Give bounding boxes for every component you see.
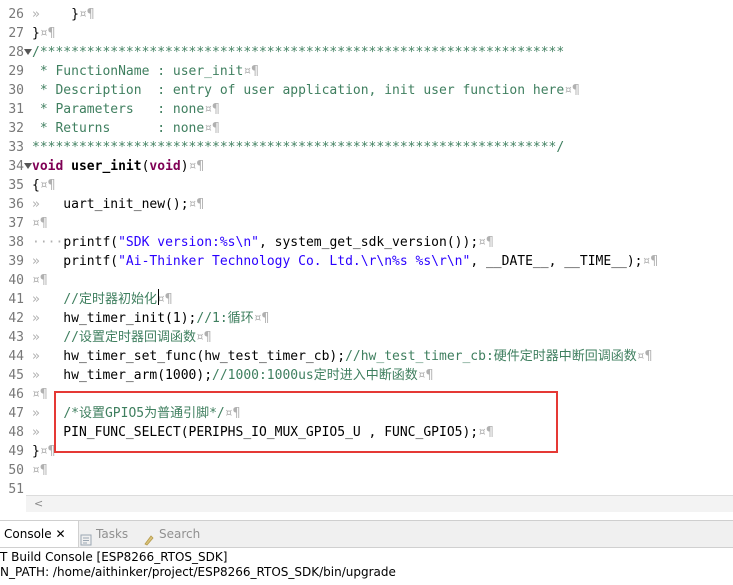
line-number: 41 xyxy=(8,292,24,307)
code-text: * FunctionName : user_init¤¶ xyxy=(32,64,259,79)
console-output-line: N_PATH: /home/aithinker/project/ESP8266_… xyxy=(0,565,396,579)
code-text: ¤¶ xyxy=(32,387,48,402)
line-number: 33 xyxy=(8,140,24,155)
code-text: ¤¶ xyxy=(32,463,48,478)
line-number: 38 xyxy=(8,235,24,250)
code-text: » hw_timer_arm(1000);//1000:1000us定时进入中断… xyxy=(32,368,434,383)
code-text: » hw_timer_init(1);//1:循环¤¶ xyxy=(32,311,270,326)
code-text: * Description : entry of user applicatio… xyxy=(32,83,580,98)
console-panel: Console ✕ Tasks Search T Build Console [… xyxy=(0,520,733,585)
code-text: » }¤¶ xyxy=(32,7,95,22)
line-number: 36 xyxy=(8,197,24,212)
code-line: 40 ¤¶ xyxy=(0,271,733,290)
fold-toggle-icon[interactable] xyxy=(24,163,32,169)
code-line: 45 » hw_timer_arm(1000);//1000:1000us定时进入… xyxy=(0,366,733,385)
line-number: 35 xyxy=(8,178,24,193)
tab-search[interactable]: Search xyxy=(143,521,213,547)
code-line: 43 » //设置定时器回调函数¤¶ xyxy=(0,328,733,347)
code-text: {¤¶ xyxy=(32,178,56,193)
horizontal-scrollbar[interactable]: < xyxy=(26,495,733,512)
code-line: 41 » //定时器初始化¤¶ xyxy=(0,290,733,309)
code-text: » uart_init_new();¤¶ xyxy=(32,197,205,212)
code-text: ¤¶ xyxy=(32,216,48,231)
code-line: 38 ····printf("SDK version:%s\n", system_… xyxy=(0,233,733,252)
code-text: }¤¶ xyxy=(32,444,56,459)
line-number: 34 xyxy=(8,159,24,174)
line-number: 37 xyxy=(8,216,24,231)
line-number: 50 xyxy=(8,463,24,478)
code-line: 37 ¤¶ xyxy=(0,214,733,233)
code-line: 35 {¤¶ xyxy=(0,176,733,195)
line-number: 40 xyxy=(8,273,24,288)
line-number: 47 xyxy=(8,406,24,421)
text-cursor xyxy=(158,289,159,305)
code-text: /***************************************… xyxy=(32,45,565,60)
tab-tasks[interactable]: Tasks xyxy=(80,521,140,547)
code-text: * Returns : none¤¶ xyxy=(32,121,220,136)
code-text: » //设置定时器回调函数¤¶ xyxy=(32,330,212,345)
line-number: 46 xyxy=(8,387,24,402)
code-line: 32 * Returns : none¤¶ xyxy=(0,119,733,138)
line-number: 45 xyxy=(8,368,24,383)
code-text: }¤¶ xyxy=(32,26,56,41)
line-number: 49 xyxy=(8,444,24,459)
line-number: 48 xyxy=(8,425,24,440)
code-line: 33 **************************************… xyxy=(0,138,733,157)
tab-tasks-label: Tasks xyxy=(96,527,129,541)
tab-console[interactable]: Console ✕ xyxy=(0,521,79,547)
line-number: 30 xyxy=(8,83,24,98)
line-number: 43 xyxy=(8,330,24,345)
line-number: 32 xyxy=(8,121,24,136)
code-line: 26 » }¤¶ xyxy=(0,5,733,24)
line-number: 42 xyxy=(8,311,24,326)
tasks-icon xyxy=(80,529,92,545)
scroll-left-arrow-icon[interactable]: < xyxy=(34,497,43,511)
line-number: 29 xyxy=(8,64,24,79)
close-icon[interactable]: ✕ xyxy=(52,527,65,541)
code-line: 29 * FunctionName : user_init¤¶ xyxy=(0,62,733,81)
search-icon xyxy=(143,529,155,545)
line-number: 51 xyxy=(8,482,24,497)
code-line: 50 ¤¶ xyxy=(0,461,733,480)
code-line: 30 * Description : entry of user applica… xyxy=(0,81,733,100)
line-number: 31 xyxy=(8,102,24,117)
code-line: 27 }¤¶ xyxy=(0,24,733,43)
code-line: 42 » hw_timer_init(1);//1:循环¤¶ xyxy=(0,309,733,328)
tab-console-label: Console xyxy=(4,527,52,541)
line-number: 44 xyxy=(8,349,24,364)
line-number: 26 xyxy=(8,7,24,22)
code-line: 28 /*************************************… xyxy=(0,43,733,62)
code-text: » hw_timer_set_func(hw_test_timer_cb);//… xyxy=(32,349,653,364)
highlight-annotation-box xyxy=(54,391,558,453)
code-line: 44 » hw_timer_set_func(hw_test_timer_cb);… xyxy=(0,347,733,366)
line-number: 28 xyxy=(8,45,24,60)
line-number: 39 xyxy=(8,254,24,269)
code-text: ¤¶ xyxy=(32,273,48,288)
code-editor[interactable]: 26 » }¤¶ 27 }¤¶ 28 /*************************… xyxy=(0,0,733,497)
code-line: 36 » uart_init_new();¤¶ xyxy=(0,195,733,214)
code-line: 31 * Parameters : none¤¶ xyxy=(0,100,733,119)
code-text: » //定时器初始化¤¶ xyxy=(32,292,173,307)
code-text: void user_init(void)¤¶ xyxy=(32,159,205,174)
code-line: 39 » printf("Ai-Thinker Technology Co. Lt… xyxy=(0,252,733,271)
code-line: 34 void user_init(void)¤¶ xyxy=(0,157,733,176)
fold-toggle-icon[interactable] xyxy=(24,49,32,55)
code-text: * Parameters : none¤¶ xyxy=(32,102,220,117)
code-text: ····printf("SDK version:%s\n", system_ge… xyxy=(32,235,494,250)
code-text: » printf("Ai-Thinker Technology Co. Ltd.… xyxy=(32,254,659,269)
tab-search-label: Search xyxy=(159,527,201,541)
code-text: ****************************************… xyxy=(32,140,565,155)
line-number: 27 xyxy=(8,26,24,41)
console-tab-bar: Console ✕ Tasks Search xyxy=(0,521,733,548)
